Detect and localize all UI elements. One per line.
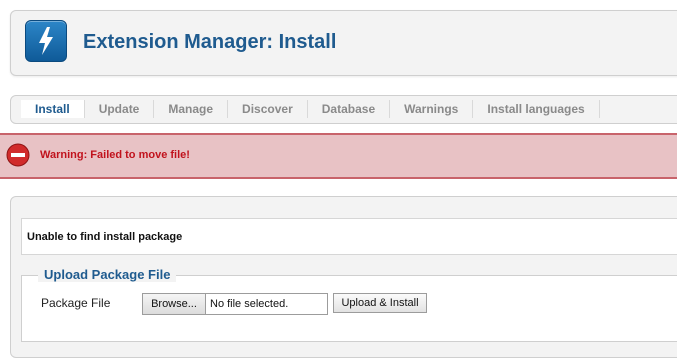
file-status-text: No file selected. xyxy=(210,298,289,310)
package-file-input[interactable]: Browse... No file selected. xyxy=(142,293,328,315)
stop-icon xyxy=(6,143,30,167)
status-message-box: Unable to find install package xyxy=(21,218,677,255)
tab-install[interactable]: Install xyxy=(21,100,85,118)
tab-list: Install Update Manage Discover Database … xyxy=(21,100,600,118)
page-title: Extension Manager: Install xyxy=(83,31,337,53)
warning-message: Warning: Failed to move file! xyxy=(40,149,190,161)
page-header: Extension Manager: Install xyxy=(10,10,677,76)
install-panel: Unable to find install package Upload Pa… xyxy=(10,196,677,358)
tab-warnings[interactable]: Warnings xyxy=(390,100,474,118)
extension-lightning-icon xyxy=(25,20,67,62)
upload-install-button[interactable]: Upload & Install xyxy=(333,293,427,313)
tab-discover[interactable]: Discover xyxy=(228,100,308,118)
warning-banner: Warning: Failed to move file! xyxy=(0,133,677,179)
browse-button[interactable]: Browse... xyxy=(143,294,206,314)
tab-update[interactable]: Update xyxy=(85,100,155,118)
tab-install-languages[interactable]: Install languages xyxy=(473,100,600,118)
tab-bar: Install Update Manage Discover Database … xyxy=(10,95,677,124)
status-message: Unable to find install package xyxy=(27,231,183,243)
package-file-label: Package File xyxy=(41,296,111,310)
tab-database[interactable]: Database xyxy=(308,100,391,118)
upload-legend: Upload Package File xyxy=(38,267,177,282)
tab-manage[interactable]: Manage xyxy=(154,100,229,118)
